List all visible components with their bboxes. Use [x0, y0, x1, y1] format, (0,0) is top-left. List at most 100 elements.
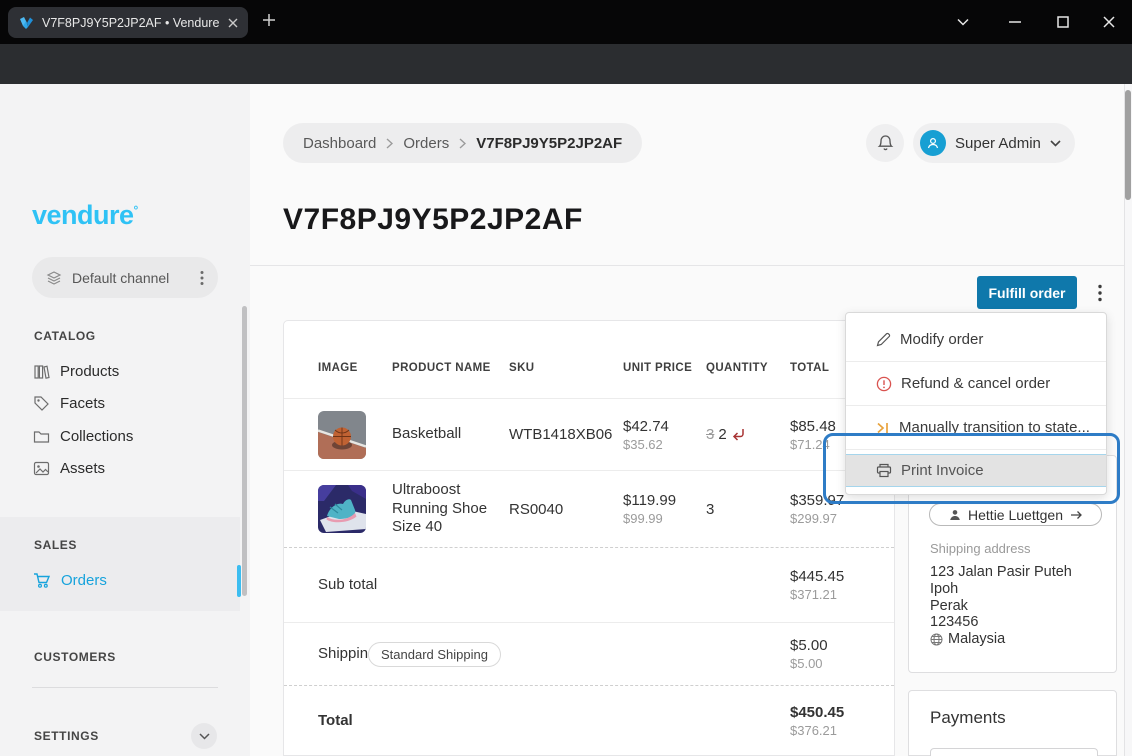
- address-city: Ipoh: [930, 581, 1072, 598]
- sidebar-item-label: Products: [60, 363, 119, 380]
- screen: V7F8PJ9Y5P2JP2AF • Vendure: [0, 0, 1132, 756]
- subtotal-net: $371.21: [790, 587, 894, 602]
- sidebar-item-label: Facets: [60, 395, 105, 412]
- menu-divider: [846, 449, 1106, 450]
- quantity-modified-icon: [731, 428, 745, 441]
- breadcrumb-current: V7F8PJ9Y5P2JP2AF: [476, 135, 622, 152]
- transition-state-icon: [876, 421, 890, 435]
- vendure-logo: vendure°: [32, 200, 138, 231]
- total-value: $450.45: [790, 704, 894, 721]
- product-sku: WTB1418XB06: [509, 426, 623, 443]
- sales-heading: SALES: [34, 538, 77, 552]
- customer-name: Hettie Luettgen: [968, 507, 1063, 523]
- settings-collapse-button[interactable]: [191, 723, 217, 749]
- browser-tab-bar: V7F8PJ9Y5P2JP2AF • Vendure: [0, 0, 1132, 44]
- menu-item-refund-cancel-order[interactable]: Refund & cancel order: [846, 362, 1106, 405]
- sidebar-scrollbar[interactable]: [242, 306, 247, 596]
- shipping-address: 123 Jalan Pasir Puteh Ipoh Perak 123456 …: [930, 564, 1072, 648]
- tab-close-icon[interactable]: [228, 18, 238, 28]
- user-name: Super Admin: [955, 135, 1041, 152]
- unit-price-net: $35.62: [623, 437, 706, 452]
- channel-more-icon[interactable]: [200, 270, 204, 286]
- channel-label: Default channel: [72, 270, 190, 286]
- tag-icon: [33, 395, 50, 412]
- folder-icon: [33, 428, 50, 445]
- sidebar-item-label: Collections: [60, 428, 133, 445]
- unit-price: $42.74: [623, 418, 706, 435]
- total-label: Total: [318, 711, 388, 731]
- layers-icon: [46, 270, 62, 286]
- menu-item-modify-order[interactable]: Modify order: [846, 318, 1106, 361]
- col-header-sku: SKU: [509, 362, 623, 374]
- user-menu[interactable]: Super Admin: [913, 123, 1075, 163]
- person-icon: [949, 509, 961, 521]
- products-icon: [33, 363, 50, 380]
- sidebar-divider: [32, 687, 218, 688]
- vendure-favicon-icon: [18, 15, 34, 31]
- sidebar-item-label: Orders: [61, 572, 107, 589]
- new-tab-button[interactable]: [262, 13, 276, 27]
- unit-price: $119.99: [623, 492, 706, 509]
- unit-price-net: $99.99: [623, 511, 706, 526]
- customer-link-button[interactable]: Hettie Luettgen: [929, 503, 1102, 526]
- shipping-value: $5.00: [790, 637, 894, 654]
- notifications-button[interactable]: [866, 124, 904, 162]
- page-scrollbar-thumb[interactable]: [1125, 90, 1131, 200]
- address-line1: 123 Jalan Pasir Puteh: [930, 564, 1072, 581]
- sidebar-item-collections[interactable]: Collections: [0, 420, 240, 452]
- bell-icon: [877, 134, 894, 152]
- sidebar-item-label: Assets: [60, 460, 105, 477]
- image-icon: [33, 460, 50, 477]
- quantity-old: 3: [706, 426, 714, 443]
- header-divider: [250, 265, 1124, 266]
- sidebar-item-orders[interactable]: Orders: [0, 564, 240, 596]
- chevron-right-icon: [386, 138, 393, 149]
- tab-title: V7F8PJ9Y5P2JP2AF • Vendure: [42, 16, 220, 30]
- settings-heading: SETTINGS: [34, 729, 99, 743]
- browser-toolbar: localhost:3000/admin/orders/3: [0, 44, 1132, 84]
- customers-heading: CUSTOMERS: [34, 650, 116, 664]
- product-name: Basketball: [392, 425, 509, 444]
- shipping-address-label: Shipping address: [930, 541, 1030, 556]
- col-header-product: PRODUCT NAME: [392, 362, 509, 374]
- payments-inner-box: [930, 748, 1098, 756]
- fulfill-order-button[interactable]: Fulfill order: [977, 276, 1077, 309]
- globe-icon: [930, 633, 943, 646]
- order-lines-table: IMAGE PRODUCT NAME SKU UNIT PRICE QUANTI…: [283, 320, 895, 756]
- active-nav-indicator: [237, 565, 241, 597]
- order-actions-kebab-button[interactable]: [1088, 278, 1112, 308]
- sidebar-item-assets[interactable]: Assets: [0, 452, 240, 484]
- col-header-image: IMAGE: [318, 362, 392, 374]
- table-row: Ultraboost Running Shoe Size 40 RS0040 $…: [284, 471, 894, 548]
- menu-item-manually-transition[interactable]: Manually transition to state...: [846, 406, 1106, 449]
- window-minimize-button[interactable]: [1000, 8, 1030, 36]
- printer-icon: [876, 463, 892, 478]
- window-close-button[interactable]: [1094, 8, 1124, 36]
- shipping-net: $5.00: [790, 656, 894, 671]
- product-image-shoe: [318, 485, 366, 533]
- chevron-right-icon: [459, 138, 466, 149]
- menu-item-print-invoice[interactable]: Print Invoice: [846, 454, 1106, 487]
- subtotal-value: $445.45: [790, 568, 894, 585]
- subtotal-label: Sub total: [318, 571, 388, 600]
- product-name: Ultraboost Running Shoe Size 40: [392, 481, 509, 537]
- catalog-heading: CATALOG: [34, 329, 96, 343]
- browser-tab[interactable]: V7F8PJ9Y5P2JP2AF • Vendure: [8, 7, 248, 38]
- order-actions-menu: Modify order Refund & cancel order Manua…: [845, 312, 1107, 495]
- address-state: Perak: [930, 598, 1072, 615]
- channel-selector[interactable]: Default channel: [32, 257, 218, 298]
- breadcrumb-dashboard[interactable]: Dashboard: [303, 135, 376, 152]
- breadcrumb-orders[interactable]: Orders: [403, 135, 449, 152]
- sidebar: vendure° Default channel CATALOG Product…: [0, 84, 250, 756]
- product-image-basketball: [318, 411, 366, 459]
- alert-circle-icon: [876, 376, 892, 392]
- total-net: $376.21: [790, 723, 894, 738]
- table-row: Basketball WTB1418XB06 $42.74$35.62 3 2 …: [284, 399, 894, 471]
- sidebar-item-products[interactable]: Products: [0, 355, 240, 387]
- chevron-down-icon: [1050, 140, 1061, 147]
- window-chevron-icon[interactable]: [948, 8, 978, 36]
- avatar: [920, 130, 946, 156]
- sidebar-item-facets[interactable]: Facets: [0, 387, 240, 419]
- payments-title: Payments: [930, 708, 1006, 728]
- window-maximize-button[interactable]: [1048, 8, 1078, 36]
